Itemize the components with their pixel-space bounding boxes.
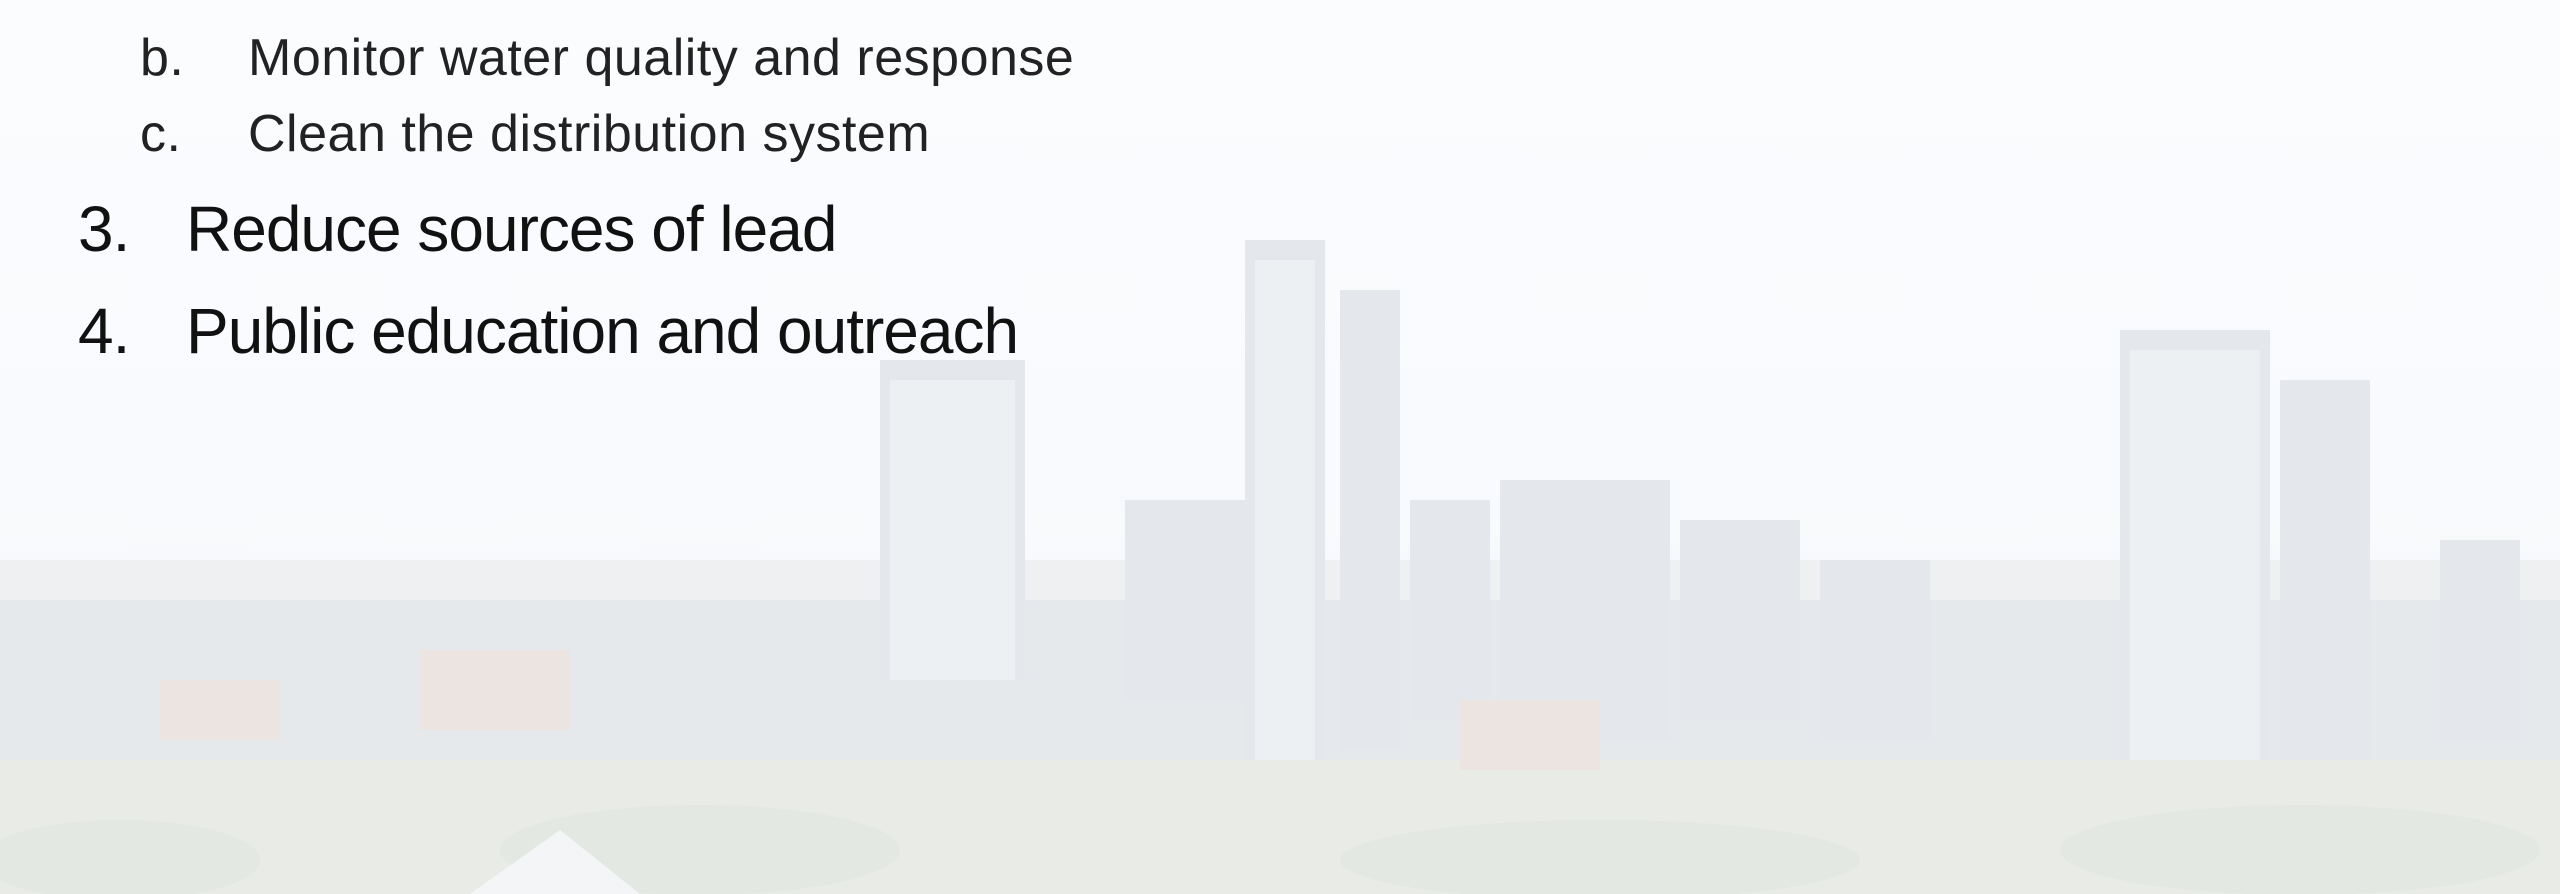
- main-item-text: Public education and outreach: [186, 295, 1019, 367]
- main-item-marker: 3.: [78, 193, 130, 265]
- main-item-marker: 4.: [78, 295, 130, 367]
- main-item-text: Reduce sources of lead: [186, 193, 837, 265]
- sub-item-text: Monitor water quality and response: [248, 29, 1075, 87]
- sub-item-marker: c.: [140, 105, 182, 163]
- sub-item-marker: b.: [140, 29, 185, 87]
- sub-item-text: Clean the distribution system: [248, 105, 931, 163]
- slide-content: b. Monitor water quality and response c.…: [0, 0, 2560, 894]
